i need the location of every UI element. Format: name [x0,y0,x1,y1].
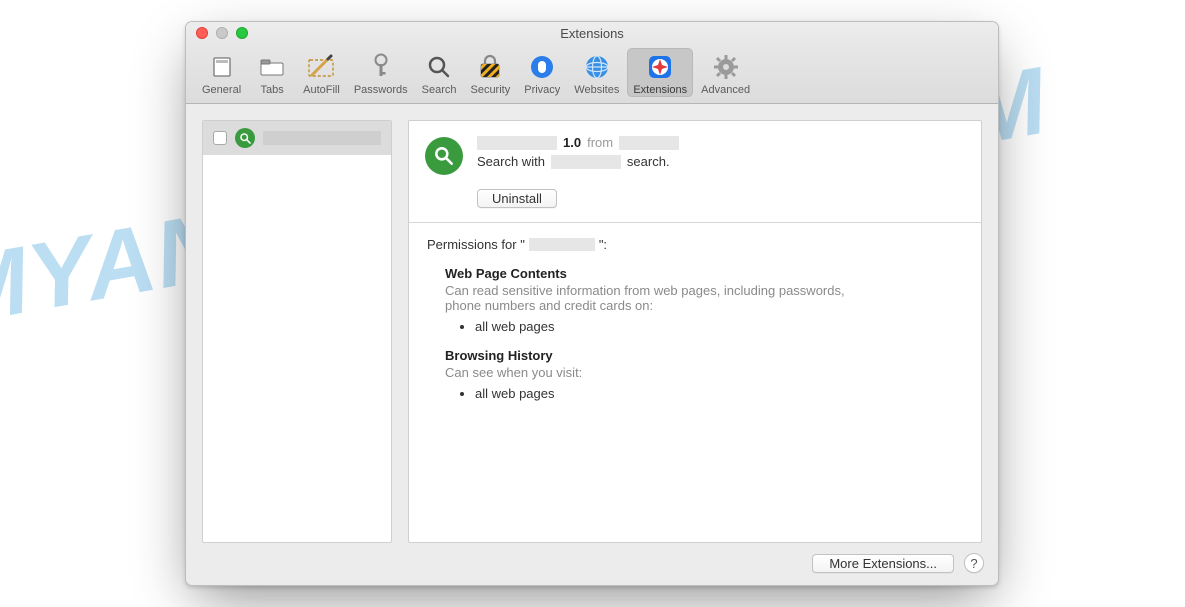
extension-version: 1.0 [563,135,581,150]
preferences-window: Extensions General Tabs AutoFill Passwor… [185,21,999,586]
more-extensions-button[interactable]: More Extensions... [812,554,954,573]
extension-name-redacted [263,131,381,145]
privacy-icon [526,51,558,83]
tab-label: Search [422,84,457,96]
tab-advanced[interactable]: Advanced [695,48,756,97]
extension-description: Search with search. [477,154,965,169]
extension-detail-panel: 1.0 from Search with search. Uninstall [408,120,982,543]
extension-author-redacted [619,136,679,150]
tabs-icon [256,51,288,83]
desc-suffix: search. [627,154,670,169]
permission-body: Can see when you visit: [445,365,875,380]
window-title: Extensions [186,26,998,41]
help-button[interactable]: ? [964,553,984,573]
tab-label: AutoFill [303,84,340,96]
permissions-title-suffix: ": [599,237,607,252]
toolbar: General Tabs AutoFill Passwords Search [186,44,998,104]
websites-icon [581,51,613,83]
tab-label: Advanced [701,84,750,96]
permissions-name-redacted [529,238,595,251]
permissions-title: Permissions for " ": [427,237,963,252]
extensions-icon [644,51,676,83]
tab-label: Security [470,84,510,96]
permission-heading: Browsing History [445,348,963,363]
permission-block: Browsing History Can see when you visit:… [445,348,963,401]
tab-label: Extensions [633,84,687,96]
extension-list-item[interactable] [203,121,391,155]
permission-heading: Web Page Contents [445,266,963,281]
uninstall-button[interactable]: Uninstall [477,189,557,208]
extension-title-line: 1.0 from [477,135,965,150]
advanced-icon [710,51,742,83]
tab-label: Tabs [261,84,284,96]
tab-label: Passwords [354,84,408,96]
extension-icon [235,128,255,148]
search-icon [423,51,455,83]
tab-label: General [202,84,241,96]
content-area: 1.0 from Search with search. Uninstall [186,104,998,543]
autofill-icon [305,51,337,83]
uninstall-row: Uninstall [409,189,981,222]
titlebar: Extensions [186,22,998,44]
footer: More Extensions... ? [186,543,998,585]
tab-tabs[interactable]: Tabs [249,48,295,97]
from-label: from [587,135,613,150]
extension-icon-large [425,137,463,175]
permission-bullet: all web pages [475,319,963,334]
desc-prefix: Search with [477,154,545,169]
extension-name-redacted [477,136,557,150]
tab-autofill[interactable]: AutoFill [297,48,346,97]
extension-enable-checkbox[interactable] [213,131,227,145]
tab-label: Websites [574,84,619,96]
permission-bullet: all web pages [475,386,963,401]
permission-body: Can read sensitive information from web … [445,283,875,313]
security-icon [474,51,506,83]
permissions-title-prefix: Permissions for " [427,237,525,252]
tab-privacy[interactable]: Privacy [518,48,566,97]
tab-extensions[interactable]: Extensions [627,48,693,97]
detail-header: 1.0 from Search with search. [409,121,981,189]
extension-provider-redacted [551,155,621,169]
general-icon [206,51,238,83]
permission-block: Web Page Contents Can read sensitive inf… [445,266,963,334]
passwords-icon [365,51,397,83]
tab-security[interactable]: Security [464,48,516,97]
permissions-section: Permissions for " ": Web Page Contents C… [409,223,981,415]
tab-passwords[interactable]: Passwords [348,48,414,97]
tab-search[interactable]: Search [416,48,463,97]
extensions-list [202,120,392,543]
tab-general[interactable]: General [196,48,247,97]
tab-websites[interactable]: Websites [568,48,625,97]
tab-label: Privacy [524,84,560,96]
